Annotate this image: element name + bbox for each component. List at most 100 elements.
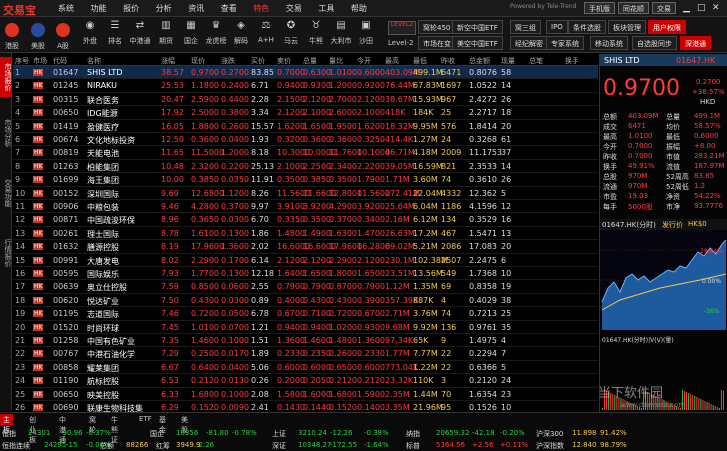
minimize-icon[interactable]: ▁ — [683, 3, 690, 13]
tool-rank[interactable]: ☰ 排名 — [103, 19, 127, 46]
close-icon[interactable]: ✕ — [712, 3, 720, 13]
col-header[interactable]: 昨收 — [441, 56, 455, 66]
menu-quote[interactable]: 报价 — [123, 4, 139, 13]
tool-bullbear[interactable]: ♉ 牛熊 — [304, 19, 328, 46]
table-row[interactable]: 1 HK 01647 SHIS LTD 38.57 0.9700 0.2700 83.85 0.… — [13, 66, 598, 80]
btab-connect[interactable]: 中港通 — [56, 414, 69, 444]
tag-etf-short[interactable]: 新空中国ETF — [452, 20, 503, 34]
col-header[interactable]: 涨跌 — [221, 56, 235, 66]
table-row[interactable]: 19 HK 01195 志道国际 7.46 0.7200 0.0500 6.78 0.6700 0… — [13, 307, 598, 321]
table-row[interactable]: 25 HK 00650 映美控股 6.33 1.6800 0.1000 2.08 1.5800 1… — [13, 388, 598, 401]
col-header[interactable]: 量比 — [329, 56, 343, 66]
tool-decode[interactable]: ◈ 解码 — [229, 19, 253, 46]
tag-expert[interactable]: 专家系统 — [546, 36, 584, 50]
btab-warrant[interactable]: 窝轮 — [86, 414, 99, 434]
menu-feature[interactable]: 特色 — [253, 4, 269, 13]
table-row[interactable]: 5 HK 01419 盈健医疗 16.05 1.8800 0.2600 15.57 1.6200… — [13, 120, 598, 133]
col-header[interactable]: 总笔 — [529, 56, 543, 66]
table-row[interactable]: 10 HK 00152 深圳国际 9.69 12.6800 1.1200 8.26 11.560… — [13, 187, 598, 200]
vtab-market[interactable]: 行情报价 — [0, 233, 12, 273]
table-row[interactable]: 2 HK 01245 NIRAKU 25.53 1.1800 0.2400 6.71 0.940… — [13, 79, 598, 93]
tool-ah[interactable]: ⚖ A+H — [254, 19, 278, 44]
btab-cbbc[interactable]: 牛熊证 — [108, 414, 121, 444]
tool-hshare[interactable]: ▦ 国企 — [179, 19, 203, 46]
tag-us-etf[interactable]: 美空中国ETF — [452, 36, 503, 50]
col-header[interactable]: 序号 — [15, 56, 29, 66]
tool-foreign[interactable]: ◉ 外盘 — [78, 19, 102, 46]
col-header[interactable]: 总金额 — [469, 56, 490, 66]
tag-warrant[interactable]: 窝轮450 — [418, 20, 456, 34]
col-header[interactable]: 卖价 — [277, 56, 291, 66]
menu-system[interactable]: 系统 — [58, 4, 74, 13]
market-hk[interactable]: 港股 — [0, 19, 24, 51]
col-header[interactable]: 市场 — [33, 56, 47, 66]
market-a[interactable]: A股 — [51, 19, 75, 51]
tag-screener[interactable]: 条件选股 — [568, 20, 606, 34]
col-header[interactable]: 最高 — [385, 56, 399, 66]
table-row[interactable]: 13 HK 00261 理士国际 8.78 1.6100 0.1300 1.86 1.4800 1… — [13, 227, 598, 241]
table-row[interactable]: 20 HK 01520 时尚环球 7.45 1.0100 0.0700 1.21 0.9400 0… — [13, 321, 598, 334]
col-header[interactable]: 买价 — [251, 56, 265, 66]
table-row[interactable]: 17 HK 00639 奥立仕控股 7.59 0.8500 0.0600 2.55 0.7900… — [13, 280, 598, 294]
menu-tools[interactable]: 工具 — [318, 4, 334, 13]
tag-sync[interactable]: 自选股同步 — [632, 36, 677, 50]
vtab-analysis[interactable]: 市场分析 — [0, 113, 12, 153]
table-row[interactable]: 11 HK 00906 中粮包装 9.46 4.2800 0.3700 9.97 3.9100 3… — [13, 200, 598, 214]
tool-shatin[interactable]: ▣ 沙田 — [354, 19, 378, 46]
market-us[interactable]: 美股 — [26, 19, 50, 51]
tag-permission[interactable]: 用户权限 — [648, 20, 686, 34]
table-row[interactable]: 3 HK 00315 联合医务 20.47 2.5900 0.4400 2.28 2.1500 2… — [13, 93, 598, 107]
tag-sz-connect[interactable]: 深港通 — [680, 36, 711, 50]
table-row[interactable]: 15 HK 00991 大唐发电 8.02 2.2900 0.1700 6.14 2.1200 2… — [13, 254, 598, 267]
btab-us[interactable]: 美股 — [178, 414, 191, 434]
col-header[interactable]: 今开 — [357, 56, 371, 66]
menu-analysis[interactable]: 分析 — [156, 4, 172, 13]
web-button[interactable]: 同花顺 — [618, 2, 649, 14]
table-row[interactable]: 6 HK 00674 文化地标投资 12.50 0.3600 0.0400 1.93 0.320… — [13, 133, 598, 147]
col-header[interactable]: 现量 — [501, 56, 515, 66]
btab-fund[interactable]: 基金 — [156, 414, 169, 434]
tag-market-change[interactable]: 市场在变 — [418, 36, 456, 50]
tag-sector[interactable]: 板块管理 — [608, 20, 646, 34]
table-row[interactable]: 22 HK 00767 中港石油化学 7.29 0.2500 0.0170 1.89 0.233… — [13, 347, 598, 361]
vtab-quote[interactable]: 市场报价 — [0, 57, 12, 97]
col-header[interactable]: 涨幅 — [161, 56, 175, 66]
trade-button[interactable]: 交易 — [652, 2, 676, 14]
table-row[interactable]: 8 HK 01263 柏能集团 10.48 2.3200 0.2200 25.13 2.1000… — [13, 160, 598, 174]
tool-mayun[interactable]: ✪ 马云 — [279, 19, 303, 46]
menu-trade[interactable]: 交易 — [286, 4, 302, 13]
table-row[interactable]: 12 HK 00871 中国疏浚环保 8.96 0.3650 0.0300 6.70 0.335… — [13, 213, 598, 227]
btab-gem[interactable]: 创业板 — [26, 414, 39, 444]
table-row[interactable]: 24 HK 01190 航标控股 6.53 0.2120 0.0130 0.26 0.2000 0… — [13, 374, 598, 388]
table-row[interactable]: 4 HK 00650 IDG能源 17.92 2.5000 0.3800 3.34 2.1200… — [13, 106, 598, 120]
tag-warrant3[interactable]: 窝三组 — [510, 20, 541, 34]
table-row[interactable]: 7 HK 00819 天能电池 11.65 11.5000 1.2000 8.18 10.300… — [13, 146, 598, 160]
table-row[interactable]: 9 HK 01699 海王集团 10.00 0.3850 0.0350 11.91 0.3500… — [13, 173, 598, 187]
menu-view[interactable]: 查看 — [221, 4, 237, 13]
btab-etf[interactable]: ETF — [136, 414, 155, 425]
menu-help[interactable]: 帮助 — [351, 4, 367, 13]
col-header[interactable]: 换手 — [565, 56, 579, 66]
maximize-icon[interactable]: □ — [697, 3, 706, 13]
tag-mobile[interactable]: 移动系统 — [590, 36, 628, 50]
level2-icon[interactable]: LEVEL2 — [388, 21, 416, 35]
tool-daily[interactable]: ▤ 大利市 — [329, 19, 353, 46]
table-row[interactable]: 23 HK 00858 耀莱集团 6.67 0.6400 0.0400 5.06 0.6000 0… — [13, 361, 598, 375]
col-header[interactable]: 名称 — [87, 56, 101, 66]
table-row[interactable]: 16 HK 00595 国际娱乐 7.93 1.7700 0.1300 12.18 1.6400… — [13, 267, 598, 281]
table-row[interactable]: 14 HK 01632 膳源控股 8.19 17.9600 1.3600 2.02 16.600… — [13, 240, 598, 254]
menu-function[interactable]: 功能 — [91, 4, 107, 13]
table-row[interactable]: 18 HK 00620 悦达矿业 7.50 0.4300 0.0300 0.89 0.4000 0… — [13, 294, 598, 308]
tool-dragon[interactable]: ♛ 龙虎榜 — [204, 19, 228, 46]
tag-broker[interactable]: 经纪解密 — [510, 36, 548, 50]
menu-news[interactable]: 资讯 — [188, 4, 204, 13]
col-header[interactable]: 现价 — [191, 56, 205, 66]
tag-ipo[interactable]: IPO — [546, 20, 568, 34]
tool-connect[interactable]: ⇄ 中港通 — [128, 19, 152, 46]
col-header[interactable]: 最低 — [413, 56, 427, 66]
mobile-button[interactable]: 手机版 — [584, 2, 615, 14]
col-header[interactable]: 总量 — [303, 56, 317, 66]
tool-futures[interactable]: ▥ 期货 — [154, 19, 178, 46]
btab-main[interactable]: 主板 — [0, 414, 13, 434]
vtab-trade[interactable]: 交易功能 — [0, 173, 12, 213]
